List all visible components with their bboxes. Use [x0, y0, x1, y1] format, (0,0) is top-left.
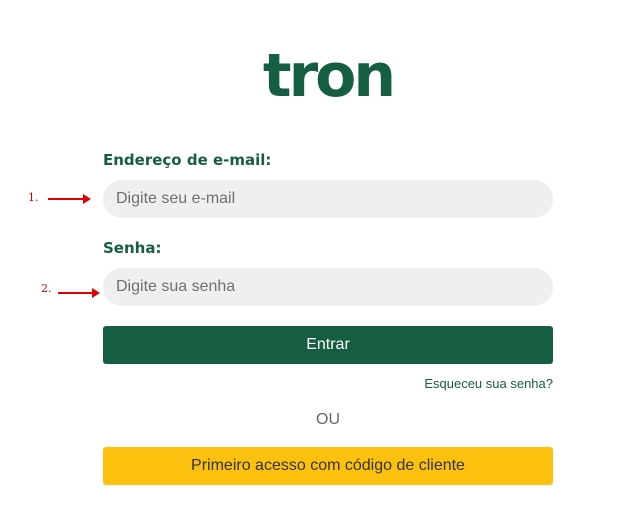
login-page: tron Endereço de e-mail: Senha: 1. 2. En… — [0, 0, 629, 531]
email-label: Endereço de e-mail: — [103, 151, 272, 169]
tron-logo: tron — [262, 41, 396, 111]
password-field[interactable] — [103, 268, 553, 306]
password-label: Senha: — [103, 239, 162, 257]
annotation-number-1: 1. — [28, 191, 39, 204]
login-button[interactable]: Entrar — [103, 326, 553, 364]
forgot-password-link[interactable]: Esqueceu sua senha? — [424, 376, 553, 391]
email-field[interactable] — [103, 180, 553, 218]
or-separator: OU — [316, 411, 340, 428]
annotation-number-2: 2. — [41, 282, 52, 295]
annotation-arrow-1-icon — [48, 194, 91, 204]
first-access-button[interactable]: Primeiro acesso com código de cliente — [103, 447, 553, 485]
annotation-arrow-2-icon — [58, 288, 100, 298]
